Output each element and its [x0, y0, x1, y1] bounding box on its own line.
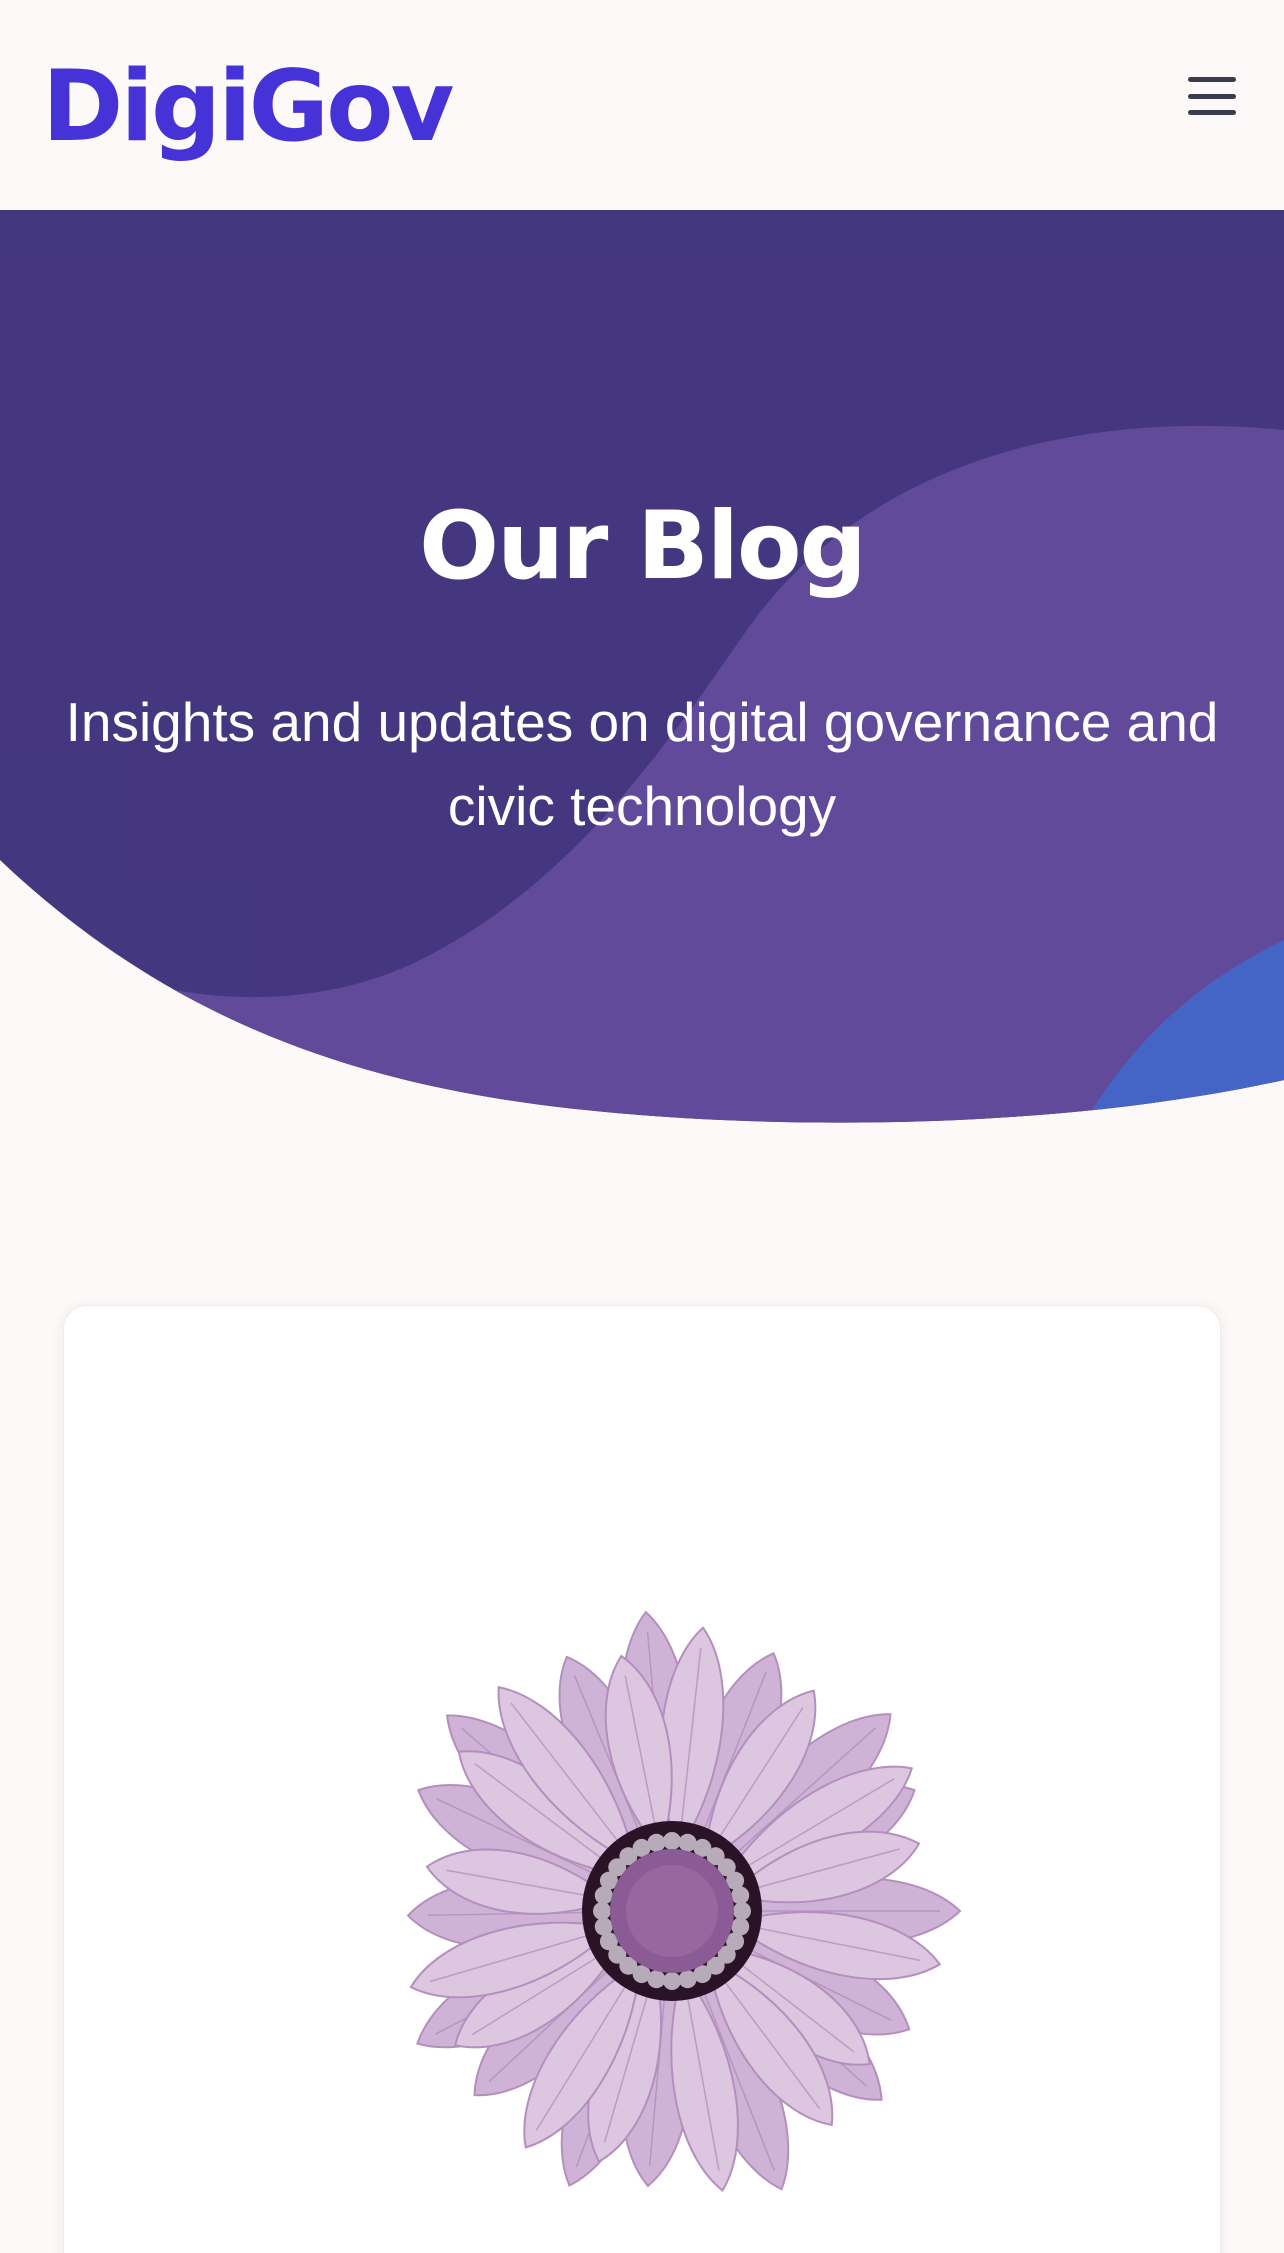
hero-subtitle: Insights and updates on digital governan… — [65, 691, 1219, 837]
daisy-flower-image — [406, 1610, 962, 2192]
logo[interactable]: DigiGov — [42, 58, 454, 156]
hero-title: Our Blog — [419, 492, 867, 601]
menu-line — [1188, 110, 1236, 115]
page: DigiGov Our Blog Insights and updates on… — [0, 0, 1284, 2253]
flower-center-inner — [626, 1865, 718, 1957]
flower-stamen — [594, 1917, 613, 1936]
flower-stamen — [678, 1970, 697, 1989]
flower-stamen — [593, 1902, 611, 1920]
site-header: DigiGov — [0, 0, 1284, 210]
flower-stamen — [647, 1833, 666, 1852]
flower-stamen — [733, 1902, 751, 1920]
flower-stamen — [663, 1972, 681, 1990]
blog-card-image[interactable] — [64, 1306, 1220, 2253]
flower-stamen — [731, 1886, 750, 1905]
blog-card[interactable] — [63, 1305, 1221, 2253]
hero-banner: Our Blog Insights and updates on digital… — [0, 210, 1284, 1130]
menu-line — [1188, 93, 1236, 99]
flower-stamen — [663, 1832, 681, 1850]
hero-background — [0, 210, 1284, 1123]
menu-line — [1188, 77, 1236, 82]
hamburger-menu-icon[interactable] — [1188, 74, 1240, 118]
